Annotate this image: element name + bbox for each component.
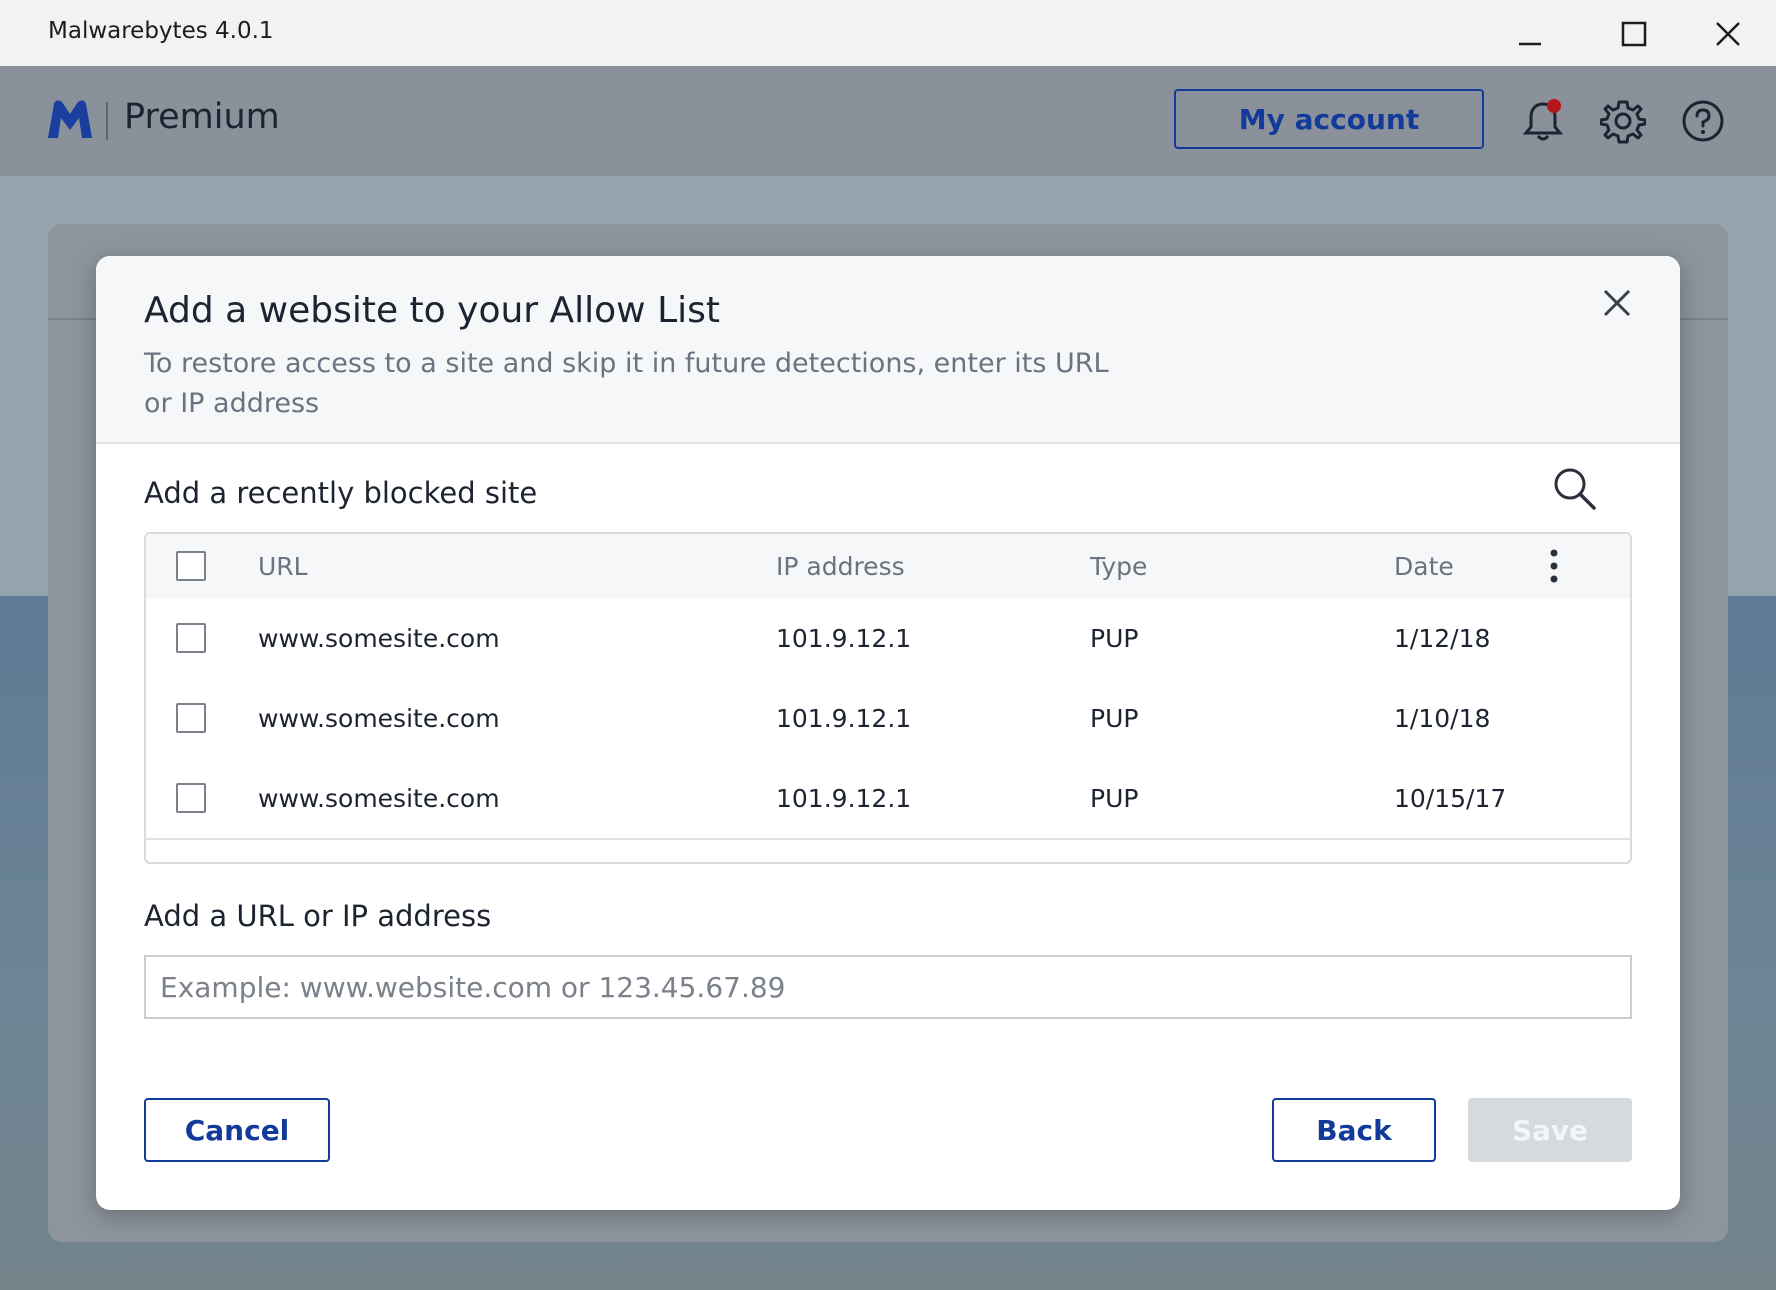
- brand-separator: [106, 102, 108, 140]
- row-checkbox[interactable]: [176, 703, 206, 733]
- app-header: Premium My account: [0, 66, 1776, 176]
- row-type: PUP: [1090, 703, 1139, 733]
- row-date: 10/15/17: [1394, 783, 1507, 813]
- table-row[interactable]: www.somesite.com 101.9.12.1 PUP 1/12/18: [146, 598, 1630, 680]
- row-checkbox-cell: [176, 758, 206, 838]
- window-close-icon[interactable]: [1698, 10, 1758, 58]
- row-type: PUP: [1090, 623, 1139, 653]
- row-url: www.somesite.com: [258, 623, 500, 653]
- save-button[interactable]: Save: [1468, 1098, 1632, 1162]
- table-row[interactable]: www.somesite.com 101.9.12.1 PUP 10/15/17: [146, 758, 1630, 840]
- column-header-date[interactable]: Date: [1394, 534, 1454, 598]
- brand-name: Premium: [124, 97, 280, 137]
- row-ip: 101.9.12.1: [776, 783, 912, 813]
- url-ip-input[interactable]: [144, 955, 1632, 1019]
- settings-gear-icon[interactable]: [1599, 98, 1647, 144]
- table-header: URL IP address Type Date: [146, 534, 1630, 600]
- column-header-ip[interactable]: IP address: [776, 534, 905, 598]
- row-ip: 101.9.12.1: [776, 703, 912, 733]
- maximize-icon[interactable]: [1604, 10, 1664, 58]
- my-account-button[interactable]: My account: [1174, 89, 1484, 149]
- dialog-close-icon[interactable]: [1596, 282, 1638, 324]
- row-ip: 101.9.12.1: [776, 623, 912, 653]
- row-checkbox-cell: [176, 598, 206, 678]
- column-header-type[interactable]: Type: [1090, 534, 1147, 598]
- cancel-button[interactable]: Cancel: [144, 1098, 330, 1162]
- row-url: www.somesite.com: [258, 703, 500, 733]
- row-date: 1/10/18: [1394, 703, 1491, 733]
- search-icon[interactable]: [1550, 464, 1598, 512]
- manual-section-title: Add a URL or IP address: [144, 899, 492, 933]
- malwarebytes-logo-icon: [44, 96, 96, 142]
- allow-list-dialog: Add a website to your Allow List To rest…: [96, 256, 1680, 1210]
- row-type: PUP: [1090, 783, 1139, 813]
- minimize-icon[interactable]: [1500, 10, 1560, 58]
- column-header-url[interactable]: URL: [258, 534, 308, 598]
- back-button[interactable]: Back: [1272, 1098, 1436, 1162]
- row-checkbox[interactable]: [176, 783, 206, 813]
- recent-section-title: Add a recently blocked site: [144, 476, 538, 510]
- window-title: Malwarebytes 4.0.1: [48, 18, 274, 44]
- dialog-subtitle: To restore access to a site and skip it …: [144, 348, 1109, 419]
- select-all-cell: [176, 534, 206, 598]
- row-checkbox[interactable]: [176, 623, 206, 653]
- blocked-sites-table: URL IP address Type Date www.somesite.co…: [144, 532, 1632, 864]
- dialog-header: Add a website to your Allow List To rest…: [96, 256, 1680, 444]
- dialog-title: Add a website to your Allow List: [144, 290, 720, 331]
- more-options-icon[interactable]: [1534, 546, 1574, 586]
- help-icon[interactable]: [1680, 98, 1726, 144]
- window-titlebar: Malwarebytes 4.0.1: [0, 0, 1776, 67]
- row-url: www.somesite.com: [258, 783, 500, 813]
- row-checkbox-cell: [176, 678, 206, 758]
- table-row[interactable]: www.somesite.com 101.9.12.1 PUP 1/10/18: [146, 678, 1630, 760]
- row-date: 1/12/18: [1394, 623, 1491, 653]
- select-all-checkbox[interactable]: [176, 551, 206, 581]
- notifications-bell-icon[interactable]: [1520, 98, 1566, 144]
